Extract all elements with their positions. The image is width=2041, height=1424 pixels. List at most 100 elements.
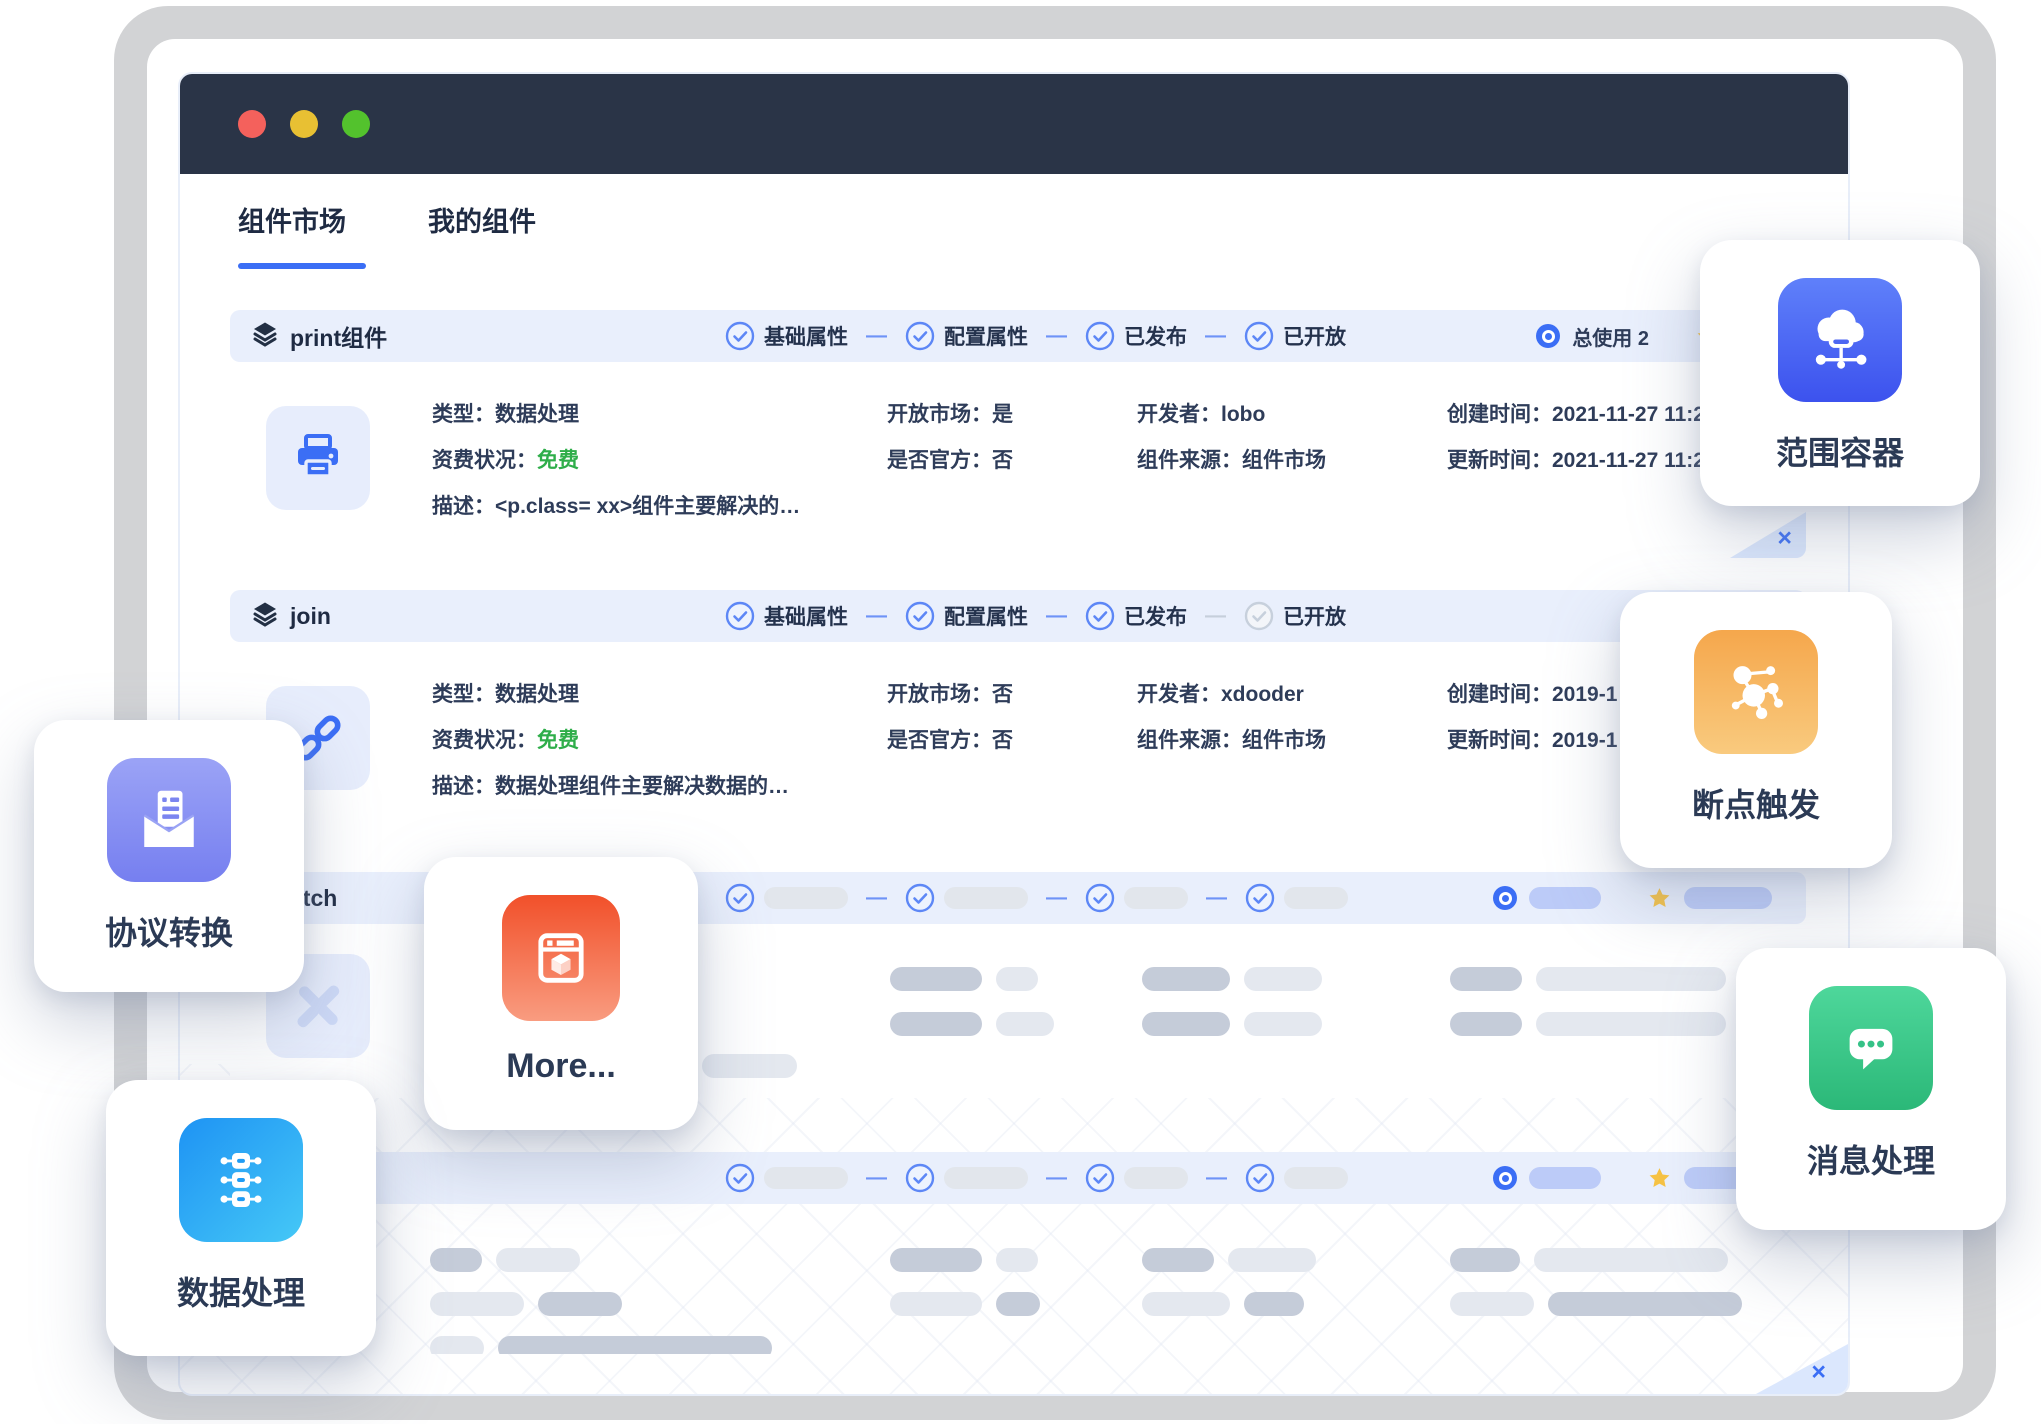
step-skeleton <box>1085 1163 1188 1193</box>
card-close-icon[interactable]: × <box>1777 521 1792 556</box>
skeleton-row <box>890 967 1038 991</box>
rating-skeleton <box>1684 887 1772 909</box>
step-config: 配置属性 <box>905 601 1028 631</box>
chip-label: More... <box>506 1047 616 1086</box>
chip-protocol-convert[interactable]: 协议转换 <box>34 720 304 992</box>
tab-my-components[interactable]: 我的组件 <box>428 200 536 239</box>
step-config: 配置属性 <box>905 321 1028 351</box>
usage-count: 总使用 2 <box>1572 322 1649 351</box>
usage-eye-icon <box>1536 324 1560 348</box>
skeleton-row <box>890 1292 1040 1316</box>
skeleton-row <box>1142 1292 1304 1316</box>
step-basic: 基础属性 <box>725 321 848 351</box>
card-skeleton-body[interactable] <box>230 1204 1806 1354</box>
skeleton-row <box>702 1054 797 1078</box>
card-join-steps: 基础属性 — 配置属性 — 已发布 — 已开放 <box>725 590 1346 642</box>
usage-eye-icon <box>1493 886 1517 910</box>
step-dash: — <box>1206 1166 1227 1190</box>
card-skeleton-header[interactable]: — — — <box>230 1152 1806 1204</box>
step-skeleton <box>1085 883 1188 913</box>
field-desc: 描述：<p.class= xx>组件主要解决的… <box>432 492 800 522</box>
screenshot-stage: 组件市场 我的组件 print组件 基础属性 — 配置属性 — 已发布 — 已开… <box>0 0 2041 1424</box>
skeleton-row <box>430 1336 772 1354</box>
skeleton-row <box>890 1012 1054 1036</box>
card-title: join <box>290 603 331 630</box>
card-print-steps: 基础属性 — 配置属性 — 已发布 — 已开放 <box>725 310 1346 362</box>
layers-icon <box>252 321 278 352</box>
skeleton-row <box>1142 1248 1316 1272</box>
card-print-body[interactable]: 类型：数据处理 资费状况：免费 描述：<p.class= xx>组件主要解决的…… <box>230 362 1806 558</box>
chip-breakpoint-trigger[interactable]: 断点触发 <box>1620 592 1892 868</box>
minimize-window-icon[interactable] <box>290 110 318 138</box>
step-dash: — <box>1046 604 1067 628</box>
field-updated: 更新时间：2021-11-27 11:2 <box>1447 446 1705 476</box>
chip-label: 范围容器 <box>1776 428 1904 474</box>
skeleton-row <box>430 1292 622 1316</box>
card-corner-decoration <box>1730 512 1806 558</box>
skeleton-row <box>1450 1012 1726 1036</box>
printer-icon <box>266 406 370 510</box>
card-join-body[interactable]: 类型：数据处理 资费状况：免费 描述：数据处理组件主要解决数据的… 开放市场：否… <box>230 642 1806 840</box>
chip-more[interactable]: More... <box>424 857 698 1130</box>
skeleton-row <box>1450 1292 1742 1316</box>
star-icon <box>1647 1166 1672 1191</box>
card-skeleton-steps: — — — <box>725 1152 1348 1204</box>
check-circle-icon <box>725 883 755 913</box>
check-circle-icon <box>1085 1163 1115 1193</box>
step-skeleton <box>1245 883 1348 913</box>
check-circle-icon <box>1085 883 1115 913</box>
step-published: 已发布 <box>1085 601 1187 631</box>
skeleton-row <box>1450 967 1726 991</box>
step-dash: — <box>1205 604 1226 628</box>
chat-bubble-icon <box>1809 986 1933 1110</box>
field-official: 是否官方：否 <box>887 726 1013 756</box>
check-circle-icon <box>725 1163 755 1193</box>
field-created: 创建时间：2021-11-27 11:2 <box>1447 400 1705 430</box>
maximize-window-icon[interactable] <box>342 110 370 138</box>
step-dash: — <box>866 1166 887 1190</box>
check-circle-icon <box>725 321 755 351</box>
card-join-header[interactable]: join 基础属性 — 配置属性 — 已发布 — 已开放 总使用 6 <box>230 590 1806 642</box>
chip-label: 消息处理 <box>1807 1136 1935 1182</box>
step-dash: — <box>866 886 887 910</box>
field-developer: 开发者：lobo <box>1137 400 1326 430</box>
field-official: 是否官方：否 <box>887 446 1013 476</box>
step-dash: — <box>866 604 887 628</box>
step-open: 已开放 <box>1244 321 1346 351</box>
skeleton-row <box>1450 1248 1728 1272</box>
browser-cube-icon <box>502 895 620 1021</box>
card-batch-steps: — — — <box>725 872 1348 924</box>
field-created: 创建时间：2019-1 <box>1447 680 1617 710</box>
field-fee: 资费状况：免费 <box>432 446 800 476</box>
check-circle-icon <box>725 601 755 631</box>
cloud-network-icon <box>1778 278 1902 402</box>
chip-message-process[interactable]: 消息处理 <box>1736 948 2006 1230</box>
field-source: 组件来源：组件市场 <box>1137 446 1326 476</box>
tab-component-market[interactable]: 组件市场 <box>238 200 346 239</box>
check-circle-icon <box>905 601 935 631</box>
step-dash: — <box>1046 324 1067 348</box>
chip-data-process[interactable]: 数据处理 <box>106 1080 376 1356</box>
window-titlebar <box>180 74 1848 174</box>
field-source: 组件来源：组件市场 <box>1137 726 1326 756</box>
field-type: 类型：数据处理 <box>432 680 789 710</box>
check-circle-gray-icon <box>1244 601 1274 631</box>
document-inbox-icon <box>107 758 231 882</box>
step-skeleton <box>725 883 848 913</box>
usage-eye-icon <box>1493 1166 1517 1190</box>
chip-scope-container[interactable]: 范围容器 <box>1700 240 1980 506</box>
window-close-icon[interactable]: × <box>1811 1355 1826 1390</box>
check-circle-icon <box>905 883 935 913</box>
chip-label: 断点触发 <box>1692 780 1820 826</box>
check-circle-icon <box>905 1163 935 1193</box>
molecule-icon <box>1694 630 1818 754</box>
field-updated: 更新时间：2019-1 <box>1447 726 1617 756</box>
close-window-icon[interactable] <box>238 110 266 138</box>
chip-label: 协议转换 <box>105 908 233 954</box>
field-open-market: 开放市场：是 <box>887 400 1013 430</box>
check-circle-icon <box>1244 321 1274 351</box>
card-print-header[interactable]: print组件 基础属性 — 配置属性 — 已发布 — 已开放 总使用 2 总评 <box>230 310 1806 362</box>
chip-label: 数据处理 <box>177 1268 305 1314</box>
star-icon <box>1647 886 1672 911</box>
active-tab-underline <box>238 263 366 269</box>
